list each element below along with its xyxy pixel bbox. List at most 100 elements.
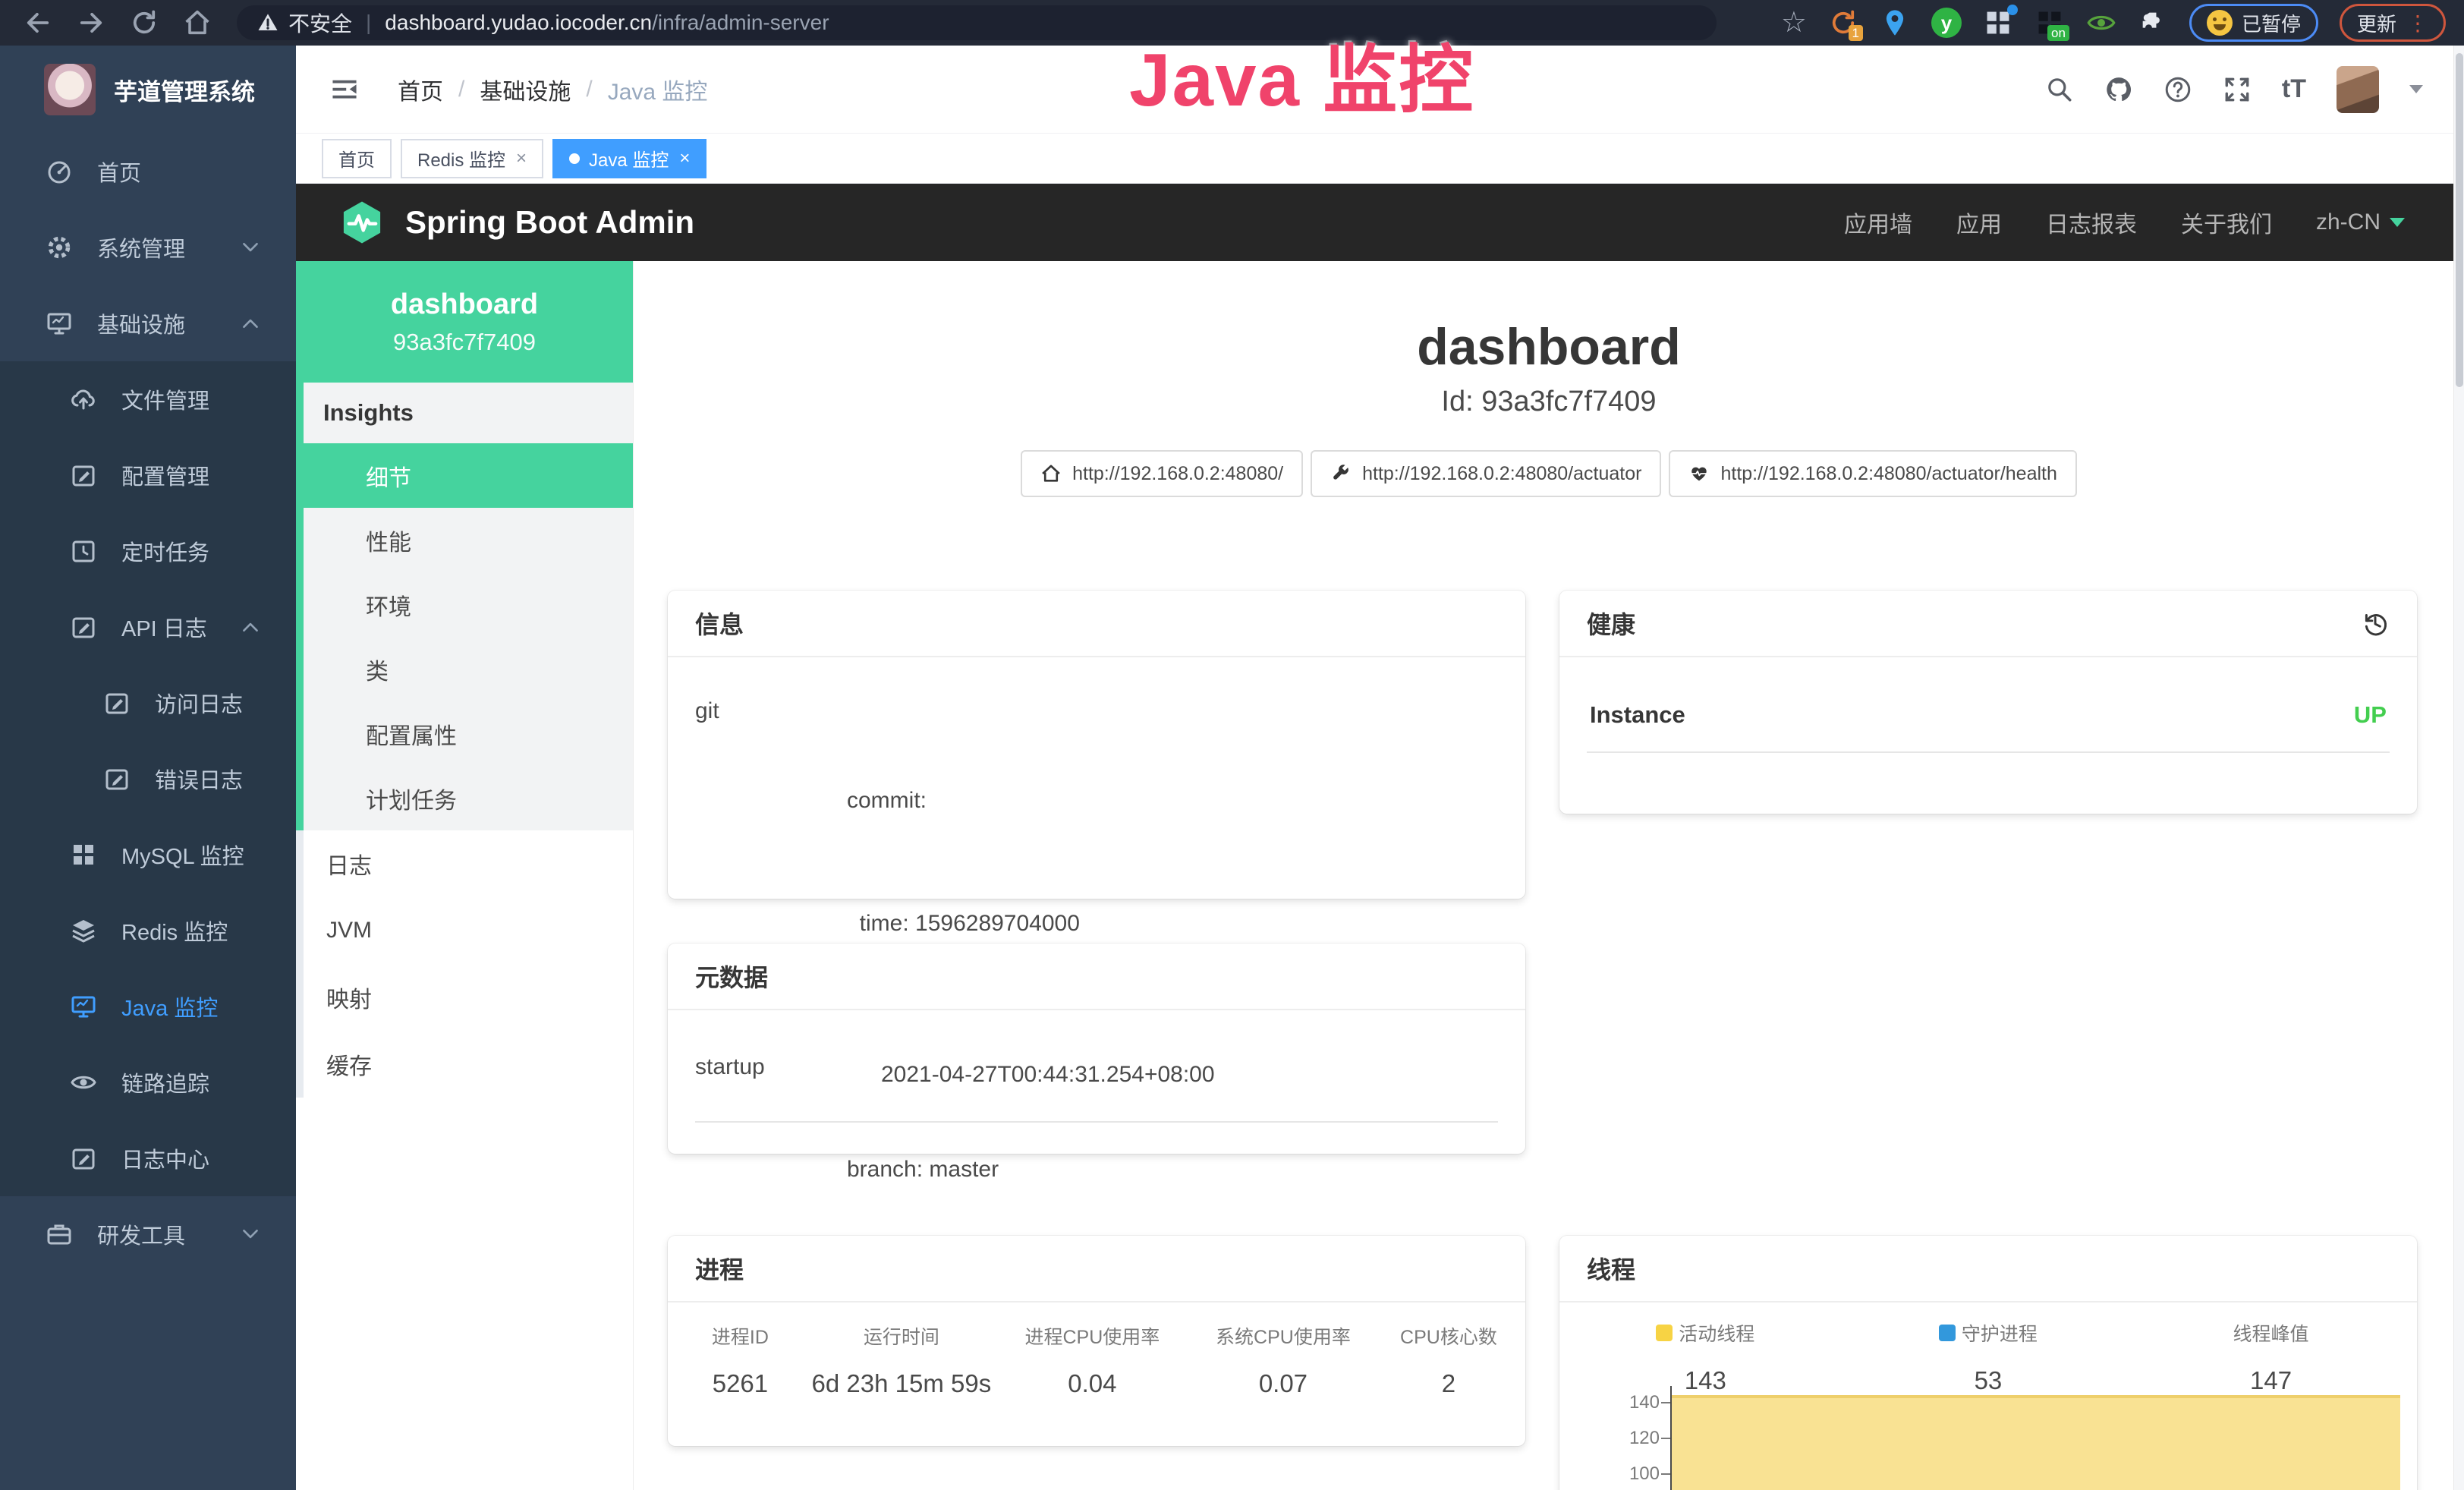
- sba-nav-about[interactable]: 关于我们: [2181, 206, 2272, 239]
- extension-refresh-icon[interactable]: 1: [1828, 8, 1858, 38]
- extension-grid-icon[interactable]: [1983, 8, 2013, 38]
- metadata-key: startup: [695, 1054, 881, 1095]
- sba-sidebar-item-jvm[interactable]: JVM: [304, 897, 633, 964]
- health-instance-row[interactable]: Instance UP: [1587, 676, 2390, 753]
- breadcrumb-infrastructure[interactable]: 基础设施: [480, 73, 571, 106]
- sba-sidebar-item-scheduled-tasks[interactable]: 计划任务: [304, 766, 633, 830]
- chevron-down-icon: [240, 237, 261, 258]
- sidebar-item-infrastructure[interactable]: 基础设施: [0, 285, 296, 361]
- app-logo-row[interactable]: 芋道管理系统: [0, 46, 296, 134]
- legend-blue-swatch: [1939, 1325, 1956, 1341]
- browser-back-icon[interactable]: [23, 8, 53, 38]
- extension-switch-icon[interactable]: on: [2034, 8, 2065, 38]
- database-grid-icon: [70, 841, 97, 868]
- instance-title: dashboard: [634, 317, 2464, 376]
- process-col-cpu: 进程CPU使用率: [995, 1322, 1190, 1350]
- metadata-value: 2021-04-27T00:44:31.254+08:00: [881, 1054, 1215, 1095]
- sba-locale-select[interactable]: zh-CN: [2316, 209, 2405, 235]
- search-icon[interactable]: [2045, 75, 2074, 104]
- active-tab-dot: [569, 153, 580, 164]
- page-scrollbar: [2453, 46, 2464, 1490]
- breadcrumb: 首页 / 基础设施 / Java 监控: [398, 73, 707, 106]
- sidebar-item-file-mgmt[interactable]: 文件管理: [0, 361, 296, 437]
- extensions-puzzle-icon[interactable]: [2138, 8, 2168, 38]
- info-card: 信息 git commit: time: 1596289704000 id: 2…: [668, 591, 1525, 899]
- sidebar-item-trace[interactable]: 链路追踪: [0, 1044, 296, 1120]
- profile-paused-chip[interactable]: 已暂停: [2189, 4, 2318, 42]
- fullscreen-icon[interactable]: [2223, 75, 2252, 104]
- monitor-icon: [46, 310, 73, 337]
- process-card-title: 进程: [668, 1236, 1525, 1303]
- sba-sidebar-item-environment[interactable]: 环境: [304, 572, 633, 637]
- browser-menu-dots-icon[interactable]: ⋮: [2407, 11, 2428, 36]
- tab-java-monitor[interactable]: Java 监控 ×: [552, 139, 706, 178]
- instance-header[interactable]: dashboard 93a3fc7f7409: [296, 261, 633, 383]
- tab-home[interactable]: 首页: [322, 139, 392, 178]
- close-icon[interactable]: ×: [679, 148, 690, 169]
- sidebar-item-error-logs[interactable]: 错误日志: [0, 741, 296, 817]
- sba-content: dashboard Id: 93a3fc7f7409 http://192.16…: [634, 261, 2464, 1490]
- service-url-chip[interactable]: http://192.168.0.2:48080/: [1021, 450, 1303, 497]
- sba-sidebar-item-config-props[interactable]: 配置属性: [304, 701, 633, 766]
- extension-pin-icon[interactable]: [1880, 8, 1910, 38]
- legend-live-threads: 活动线程: [1656, 1319, 1754, 1347]
- process-col-cores: CPU核心数: [1377, 1322, 1521, 1350]
- address-divider: |: [366, 11, 371, 35]
- browser-reload-icon[interactable]: [129, 8, 159, 38]
- sba-sidebar-item-caches[interactable]: 缓存: [304, 1031, 633, 1098]
- sba-sidebar-item-details[interactable]: 细节: [296, 443, 633, 508]
- sidebar-item-dev-tools[interactable]: 研发工具: [0, 1196, 296, 1272]
- threads-card: 线程 活动线程 143 守护进程 53 线程峰值 147 140 120 100: [1559, 1236, 2417, 1490]
- sidebar-item-home[interactable]: 首页: [0, 134, 296, 209]
- sba-nav-links: 应用墙 应用 日志报表 关于我们 zh-CN: [1844, 206, 2464, 239]
- breadcrumb-home[interactable]: 首页: [398, 73, 443, 106]
- browser-home-icon[interactable]: [182, 8, 212, 38]
- profile-paused-label: 已暂停: [2242, 9, 2301, 37]
- log-icon: [70, 613, 97, 641]
- sba-nav-applications[interactable]: 应用: [1956, 206, 2002, 239]
- extension-y-icon[interactable]: y: [1931, 8, 1962, 38]
- github-icon[interactable]: [2104, 75, 2133, 104]
- user-avatar[interactable]: [2337, 66, 2379, 113]
- gear-icon: [46, 234, 73, 261]
- health-url-chip[interactable]: http://192.168.0.2:48080/actuator/health: [1669, 450, 2076, 497]
- sidebar-item-config-mgmt[interactable]: 配置管理: [0, 437, 296, 513]
- sidebar-item-log-center[interactable]: 日志中心: [0, 1120, 296, 1196]
- sba-sidebar-item-metrics[interactable]: 性能: [304, 508, 633, 572]
- user-menu-caret-icon[interactable]: [2409, 85, 2423, 93]
- font-size-icon[interactable]: tT: [2282, 74, 2306, 104]
- log-icon: [70, 1145, 97, 1172]
- history-icon[interactable]: [2361, 609, 2390, 638]
- sba-nav-journal[interactable]: 日志报表: [2046, 206, 2137, 239]
- actuator-url-chip[interactable]: http://192.168.0.2:48080/actuator: [1311, 450, 1661, 497]
- close-icon[interactable]: ×: [516, 148, 527, 169]
- sba-sidebar-item-mappings[interactable]: 映射: [304, 964, 633, 1031]
- process-card: 进程 进程ID5261 运行时间6d 23h 15m 59s 进程CPU使用率0…: [668, 1236, 1525, 1446]
- help-icon[interactable]: [2163, 75, 2192, 104]
- sidebar-item-scheduled-jobs[interactable]: 定时任务: [0, 513, 296, 589]
- sba-nav-wallboard[interactable]: 应用墙: [1844, 206, 1912, 239]
- bookmark-star-icon[interactable]: ☆: [1781, 8, 1807, 37]
- browser-update-button[interactable]: 更新 ⋮: [2340, 4, 2446, 42]
- extension-leaf-icon[interactable]: [2086, 8, 2116, 38]
- sba-brand-title[interactable]: Spring Boot Admin: [405, 204, 694, 241]
- sidebar-item-java-monitor[interactable]: Java 监控: [0, 969, 296, 1044]
- sba-sidebar-item-classes[interactable]: 类: [304, 637, 633, 701]
- tab-redis-monitor[interactable]: Redis 监控 ×: [401, 139, 543, 178]
- header-actions: tT: [2045, 66, 2464, 113]
- scrollbar-thumb[interactable]: [2456, 53, 2463, 387]
- threads-legend: 活动线程 143 守护进程 53 线程峰值 147: [1559, 1303, 2417, 1395]
- browser-forward-icon[interactable]: [76, 8, 106, 38]
- sidebar-item-redis-monitor[interactable]: Redis 监控: [0, 893, 296, 969]
- url-domain: dashboard.yudao.iocoder.cn: [385, 11, 652, 35]
- sidebar-item-mysql-monitor[interactable]: MySQL 监控: [0, 817, 296, 893]
- sidebar-item-system-mgmt[interactable]: 系统管理: [0, 209, 296, 285]
- sidebar-item-access-logs[interactable]: 访问日志: [0, 665, 296, 741]
- sba-sidebar-item-logs[interactable]: 日志: [304, 830, 633, 897]
- address-bar[interactable]: 不安全 | dashboard.yudao.iocoder.cn/infra/a…: [237, 5, 1717, 40]
- spring-boot-admin-logo[interactable]: [338, 197, 385, 247]
- breadcrumb-separator: /: [586, 77, 592, 102]
- eye-icon: [70, 1069, 97, 1096]
- sidebar-item-api-logs[interactable]: API 日志: [0, 589, 296, 665]
- sidebar-collapse-icon[interactable]: [328, 74, 361, 105]
